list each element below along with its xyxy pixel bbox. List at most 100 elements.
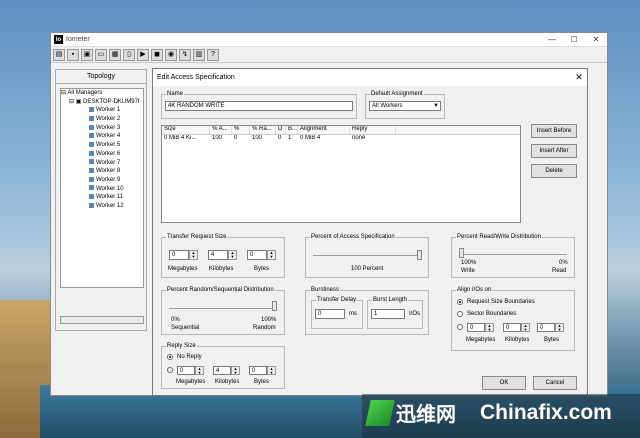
no-reply-radio[interactable] (167, 354, 173, 360)
worker-icon (89, 185, 94, 191)
transfer-mb-input[interactable]: 0 (169, 250, 189, 260)
tree-worker[interactable]: Worker 7 (61, 159, 143, 168)
tree-manager[interactable]: ⊟ ▣ DESKTOP-DKUM97I (61, 98, 143, 107)
align-custom-radio[interactable] (457, 324, 463, 330)
align-request-size-label: Request Size Boundaries (467, 299, 535, 305)
align-b-stepper[interactable]: ▲ ▼ (555, 323, 564, 332)
table-header[interactable]: % A... (210, 126, 232, 134)
table-header[interactable]: % Ra... (250, 126, 276, 134)
tree-worker[interactable]: Worker 8 (61, 167, 143, 176)
reply-b-input[interactable]: 0 (249, 366, 267, 375)
minimize-button[interactable]: — (541, 35, 563, 44)
tree-worker[interactable]: Worker 6 (61, 150, 143, 159)
align-kb-stepper[interactable]: ▲ ▼ (521, 323, 530, 332)
tree-worker[interactable]: Worker 3 (61, 124, 143, 133)
save-icon[interactable]: ▪ (67, 48, 79, 61)
tree-icon[interactable]: ▦ (109, 48, 121, 61)
percent-access-slider[interactable] (417, 250, 422, 260)
worker-label: Worker 1 (96, 107, 121, 114)
transfer-b-label: Bytes (254, 266, 270, 272)
tree-root-all-managers[interactable]: ⊟ All Managers (61, 89, 143, 98)
align-sector-radio[interactable] (457, 311, 463, 317)
align-kb-input[interactable]: 0 (503, 323, 521, 332)
transfer-delay-input[interactable]: 0 (315, 309, 345, 319)
reply-kb-input[interactable]: 4 (213, 366, 231, 375)
default-assignment-select[interactable]: All Workers ▼ (369, 101, 441, 111)
topology-header: Topology (56, 70, 146, 84)
cancel-button[interactable]: Cancel (533, 376, 577, 390)
write-pct: 100% (461, 260, 477, 266)
random-pct: 100% (261, 317, 277, 323)
burst-length-input[interactable]: 1 (371, 309, 405, 319)
read-write-slider[interactable] (459, 248, 464, 258)
worker-icon (89, 150, 94, 156)
tree-worker[interactable]: Worker 4 (61, 132, 143, 141)
table-row[interactable]: 0 MiB 4 Ki... 100 0 100 0 1 0 MiB 4 none (162, 135, 520, 143)
worker-label: Worker 12 (96, 202, 124, 209)
dialog-close-icon[interactable]: ✕ (571, 72, 587, 83)
reply-kb-stepper[interactable]: ▲ ▼ (231, 366, 240, 375)
reply-custom-radio[interactable] (167, 367, 173, 373)
new-worker-icon[interactable]: ▭ (95, 48, 107, 61)
reply-mb-stepper[interactable]: ▲ ▼ (195, 366, 204, 375)
table-cell: 0 MiB 4 (300, 135, 321, 141)
align-request-size-radio[interactable] (457, 299, 463, 305)
align-mb-input[interactable]: 0 (467, 323, 485, 332)
burstiness-label: Burstiness (311, 287, 340, 293)
maximize-button[interactable]: ☐ (563, 35, 585, 44)
stop-icon[interactable]: ◼ (151, 48, 163, 61)
worker-icon (89, 142, 94, 148)
align-b-input[interactable]: 0 (537, 323, 555, 332)
access-table[interactable]: Size% A...%% Ra... D B... Alignment Reply 0 … (161, 125, 521, 223)
table-header[interactable]: Reply (350, 126, 396, 134)
new-manager-icon[interactable]: ▣ (81, 48, 93, 61)
stop-all-icon[interactable]: ◉ (165, 48, 177, 61)
tree-worker[interactable]: Worker 5 (61, 141, 143, 150)
random-seq-slider[interactable] (272, 301, 277, 311)
table-cell: 100 (212, 135, 223, 141)
close-window-button[interactable]: ✕ (585, 35, 607, 44)
transfer-b-stepper[interactable]: ▲ ▼ (267, 250, 276, 260)
burst-length-unit: I/Os (409, 311, 421, 317)
all-managers-label: All Managers (67, 90, 103, 96)
table-cell: 1 (288, 135, 292, 141)
reply-b-stepper[interactable]: ▲ ▼ (267, 366, 276, 375)
delete-button[interactable]: Delete (531, 164, 577, 178)
copy-icon[interactable]: ▯ (123, 48, 135, 61)
tree-worker[interactable]: Worker 11 (61, 193, 143, 202)
transfer-mb-stepper[interactable]: ▲ ▼ (189, 250, 198, 260)
align-mb-stepper[interactable]: ▲ ▼ (485, 323, 494, 332)
sequential-pct: 0% (171, 317, 180, 323)
ok-button[interactable]: OK (482, 376, 526, 390)
table-header[interactable]: Alignment (298, 126, 350, 134)
transfer-size-label: Transfer Request Size (167, 234, 227, 240)
table-header[interactable]: Size (162, 126, 210, 134)
dialog-titlebar: Edit Access Specification ✕ (153, 69, 587, 86)
insert-before-button[interactable]: Insert Before (531, 124, 577, 138)
sequential-label: Sequential (171, 325, 200, 331)
exit-icon[interactable]: ▥ (193, 48, 205, 61)
horizontal-scrollbar[interactable] (60, 316, 144, 324)
worker-icon (89, 115, 94, 121)
align-kb-label: Kilobytes (505, 337, 530, 343)
reply-mb-input[interactable]: 0 (177, 366, 195, 375)
tree-worker[interactable]: Worker 9 (61, 176, 143, 185)
table-header[interactable]: % (232, 126, 250, 134)
worker-icon (89, 159, 94, 165)
name-input[interactable]: 4K RANDOM WRITE (165, 101, 353, 111)
tree-worker[interactable]: Worker 2 (61, 115, 143, 124)
table-header[interactable]: B... (286, 126, 298, 134)
tree-worker[interactable]: Worker 1 (61, 106, 143, 115)
tree-worker[interactable]: Worker 10 (61, 185, 143, 194)
open-icon[interactable]: ▤ (53, 48, 65, 61)
tree-worker[interactable]: Worker 12 (61, 202, 143, 211)
transfer-kb-stepper[interactable]: ▲ ▼ (228, 250, 237, 260)
help-icon[interactable]: ? (207, 48, 219, 61)
worker-label: Worker 2 (96, 116, 121, 123)
reset-icon[interactable]: ↯ (179, 48, 191, 61)
insert-after-button[interactable]: Insert After (531, 144, 577, 158)
table-header[interactable]: D (276, 126, 286, 134)
transfer-b-input[interactable]: 0 (247, 250, 267, 260)
start-icon[interactable]: ▶ (137, 48, 149, 61)
transfer-kb-input[interactable]: 4 (208, 250, 228, 260)
